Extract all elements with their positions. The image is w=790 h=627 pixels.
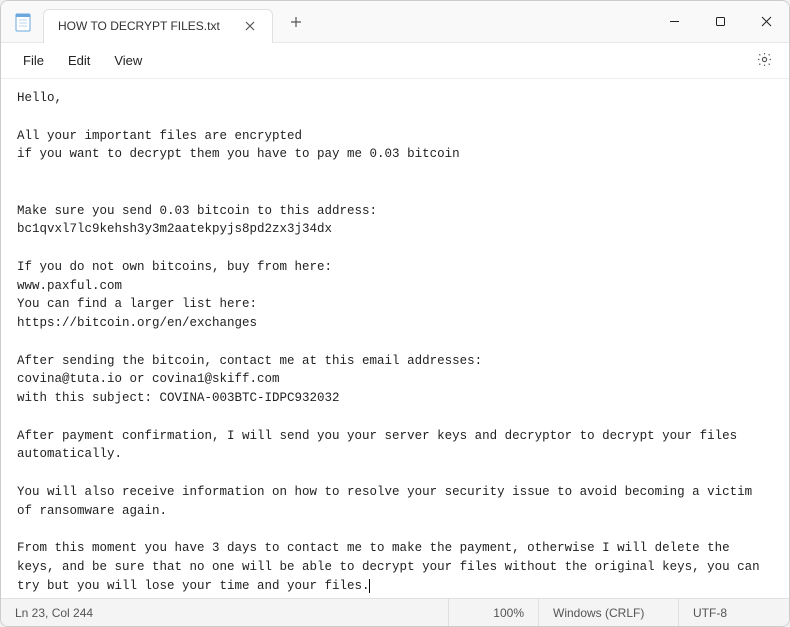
gear-icon xyxy=(756,51,773,71)
close-tab-button[interactable] xyxy=(240,16,260,36)
menubar: File Edit View xyxy=(1,43,789,79)
status-line-ending[interactable]: Windows (CRLF) xyxy=(539,599,679,626)
status-position[interactable]: Ln 23, Col 244 xyxy=(1,599,449,626)
minimize-button[interactable] xyxy=(651,1,697,42)
text-editor-area[interactable]: Hello, All your important files are encr… xyxy=(1,79,789,598)
notepad-icon xyxy=(15,12,31,32)
text-caret xyxy=(369,579,370,593)
new-tab-button[interactable] xyxy=(281,7,311,37)
menu-view[interactable]: View xyxy=(102,47,154,74)
menu-file[interactable]: File xyxy=(11,47,56,74)
status-encoding[interactable]: UTF-8 xyxy=(679,599,789,626)
notepad-window: HOW TO DECRYPT FILES.txt File Edit View xyxy=(0,0,790,627)
document-text: Hello, All your important files are encr… xyxy=(17,91,767,593)
maximize-button[interactable] xyxy=(697,1,743,42)
statusbar: Ln 23, Col 244 100% Windows (CRLF) UTF-8 xyxy=(1,598,789,626)
settings-button[interactable] xyxy=(749,46,779,76)
tab-title: HOW TO DECRYPT FILES.txt xyxy=(58,19,230,33)
document-tab[interactable]: HOW TO DECRYPT FILES.txt xyxy=(43,9,273,43)
status-zoom[interactable]: 100% xyxy=(449,599,539,626)
titlebar[interactable]: HOW TO DECRYPT FILES.txt xyxy=(1,1,789,43)
window-controls xyxy=(651,1,789,42)
menu-edit[interactable]: Edit xyxy=(56,47,102,74)
close-window-button[interactable] xyxy=(743,1,789,42)
